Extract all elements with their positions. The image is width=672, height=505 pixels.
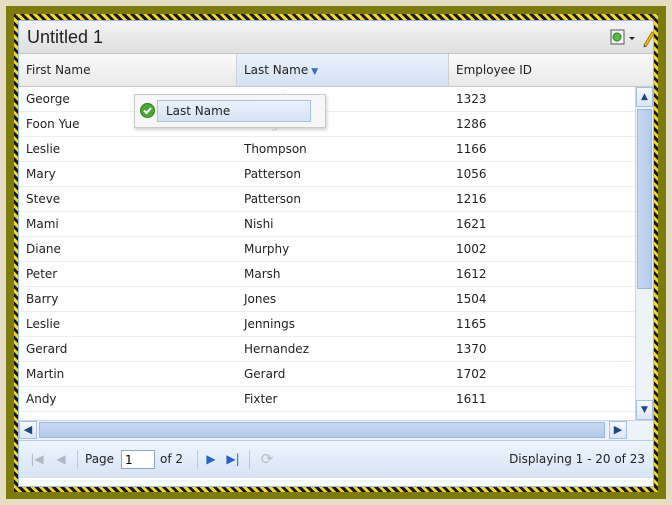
table-row[interactable]: George Vanauf 1323: [19, 87, 635, 112]
column-header-label: First Name: [26, 63, 91, 77]
horizontal-scrollbar[interactable]: ◀ ▶: [19, 420, 653, 440]
table-row[interactable]: Barry Jones 1504: [19, 287, 635, 312]
cell-last-name: Patterson: [244, 192, 301, 206]
scroll-right-icon[interactable]: ▶: [609, 421, 627, 439]
cell-employee-id: 1370: [456, 342, 487, 356]
table-row[interactable]: Martin Gerard 1702: [19, 362, 635, 387]
grid-body: George Vanauf 1323 Foon Yue Tseng 1286 L…: [19, 87, 635, 420]
toolbar-separator: [249, 450, 250, 469]
drop-ok-icon: [140, 103, 155, 118]
table-row[interactable]: Andy Fixter 1611: [19, 387, 635, 412]
previous-page-icon[interactable]: ◀: [53, 451, 69, 467]
cell-last-name: Patterson: [244, 167, 301, 181]
next-page-icon[interactable]: ▶: [203, 451, 219, 467]
cell-first-name: Steve: [26, 192, 61, 206]
cell-employee-id: 1612: [456, 267, 487, 281]
column-drag-proxy: Last Name: [134, 94, 326, 128]
column-header-row: First Name Last Name ▼ Employee ID: [19, 54, 653, 87]
cell-first-name: Leslie: [26, 317, 61, 331]
sort-descending-icon: ▼: [311, 67, 319, 77]
panel-title: Untitled 1: [27, 27, 104, 47]
scroll-left-icon[interactable]: ◀: [19, 421, 37, 439]
cell-employee-id: 1702: [456, 367, 487, 381]
refresh-icon[interactable]: ⟳: [257, 451, 277, 467]
cell-employee-id: 1216: [456, 192, 487, 206]
paging-display-text: Displaying 1 - 20 of 23: [509, 452, 645, 466]
cell-employee-id: 1056: [456, 167, 487, 181]
cell-last-name: Gerard: [244, 367, 286, 381]
table-row[interactable]: Diane Murphy 1002: [19, 237, 635, 262]
table-row[interactable]: Foon Yue Tseng 1286: [19, 112, 635, 137]
last-page-icon[interactable]: ▶|: [223, 451, 243, 467]
cell-first-name: Andy: [26, 392, 57, 406]
cell-last-name: Fixter: [244, 392, 278, 406]
cell-first-name: Barry: [26, 292, 59, 306]
cell-employee-id: 1002: [456, 242, 487, 256]
table-row[interactable]: Steve Patterson 1216: [19, 187, 635, 212]
grid-panel: Untitled 1 First Name Last Name ▼ Employe…: [18, 20, 655, 487]
cell-first-name: Diane: [26, 242, 61, 256]
drag-column-label: Last Name: [157, 100, 311, 122]
cell-first-name: Mami: [26, 217, 59, 231]
cell-employee-id: 1165: [456, 317, 487, 331]
cell-last-name: Marsh: [244, 267, 281, 281]
cell-employee-id: 1611: [456, 392, 487, 406]
cell-first-name: Leslie: [26, 142, 61, 156]
cell-employee-id: 1286: [456, 117, 487, 131]
export-dropdown-icon[interactable]: [609, 28, 639, 48]
page-count-label: of 2: [160, 452, 184, 466]
table-row[interactable]: Mary Patterson 1056: [19, 162, 635, 187]
page-label: Page: [85, 452, 115, 466]
panel-header: Untitled 1: [19, 21, 655, 54]
cell-employee-id: 1323: [456, 92, 487, 106]
scroll-up-icon[interactable]: ▲: [636, 87, 653, 107]
cell-last-name: Thompson: [244, 142, 307, 156]
table-row[interactable]: Gerard Hernandez 1370: [19, 337, 635, 362]
table-row[interactable]: Leslie Jennings 1165: [19, 312, 635, 337]
cell-employee-id: 1166: [456, 142, 487, 156]
toolbar-separator: [77, 450, 78, 469]
toolbar-separator: [197, 450, 198, 469]
page-number-input[interactable]: [121, 450, 155, 469]
cell-first-name: Gerard: [26, 342, 68, 356]
cell-last-name: Hernandez: [244, 342, 309, 356]
cell-first-name: Peter: [26, 267, 58, 281]
horizontal-scroll-thumb[interactable]: [39, 422, 605, 438]
cell-first-name: Martin: [26, 367, 65, 381]
paging-toolbar: |◀ ◀ Page of 2 ▶ ▶| ⟳ Displaying 1 - 20 …: [19, 440, 653, 478]
cell-last-name: Nishi: [244, 217, 274, 231]
table-row[interactable]: Mami Nishi 1621: [19, 212, 635, 237]
column-header-label: Last Name: [244, 63, 309, 77]
cell-employee-id: 1504: [456, 292, 487, 306]
column-header-label: Employee ID: [456, 63, 533, 77]
vertical-scroll-thumb[interactable]: [637, 109, 652, 289]
cell-last-name: Jones: [244, 292, 277, 306]
table-row[interactable]: Leslie Thompson 1166: [19, 137, 635, 162]
column-header-first-name[interactable]: First Name: [19, 54, 237, 86]
cell-last-name: Jennings: [244, 317, 295, 331]
column-header-last-name[interactable]: Last Name ▼: [237, 54, 449, 86]
edit-pencil-icon[interactable]: [641, 28, 655, 48]
cell-last-name: Murphy: [244, 242, 290, 256]
cell-first-name: Mary: [26, 167, 56, 181]
first-page-icon[interactable]: |◀: [29, 451, 45, 467]
cell-employee-id: 1621: [456, 217, 487, 231]
table-row[interactable]: Peter Marsh 1612: [19, 262, 635, 287]
scroll-down-icon[interactable]: ▼: [636, 400, 653, 420]
vertical-scrollbar[interactable]: ▲ ▼: [635, 87, 653, 420]
column-header-employee-id[interactable]: Employee ID: [449, 54, 653, 86]
